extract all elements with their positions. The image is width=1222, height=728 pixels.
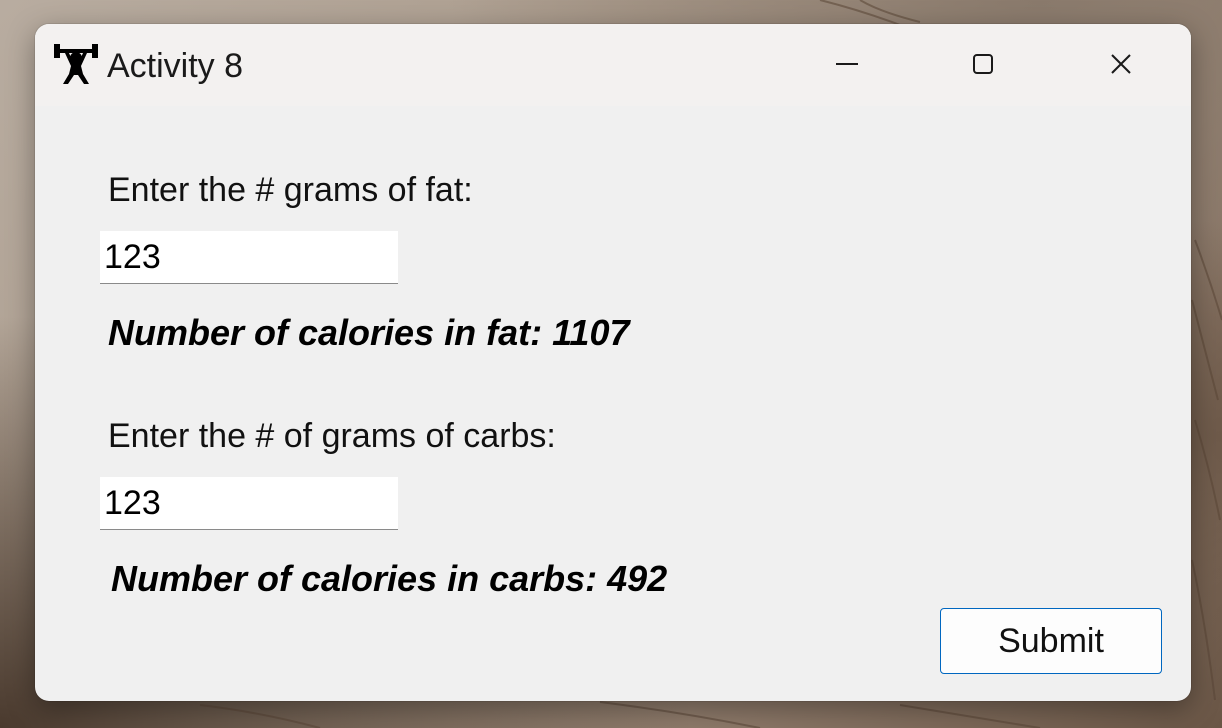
submit-button[interactable]: Submit (940, 608, 1162, 674)
fat-grams-label: Enter the # grams of fat: (108, 171, 473, 209)
app-window: Activity 8 Enter the # grams of fat: Num… (35, 24, 1191, 701)
close-button[interactable] (1061, 24, 1181, 104)
fat-calories-result: Number of calories in fat: 1107 (108, 312, 630, 353)
title-bar[interactable]: Activity 8 (35, 24, 1191, 106)
minimize-icon (836, 63, 858, 65)
fat-grams-input[interactable] (100, 231, 398, 284)
carbs-grams-label: Enter the # of grams of carbs: (108, 417, 556, 455)
carbs-calories-result: Number of calories in carbs: 492 (111, 558, 668, 599)
weightlifter-icon (54, 44, 98, 84)
maximize-icon (973, 54, 993, 74)
minimize-button[interactable] (787, 24, 907, 104)
close-icon (1111, 54, 1131, 74)
carbs-grams-input[interactable] (100, 477, 398, 530)
maximize-button[interactable] (923, 24, 1043, 104)
window-title: Activity 8 (107, 47, 244, 85)
